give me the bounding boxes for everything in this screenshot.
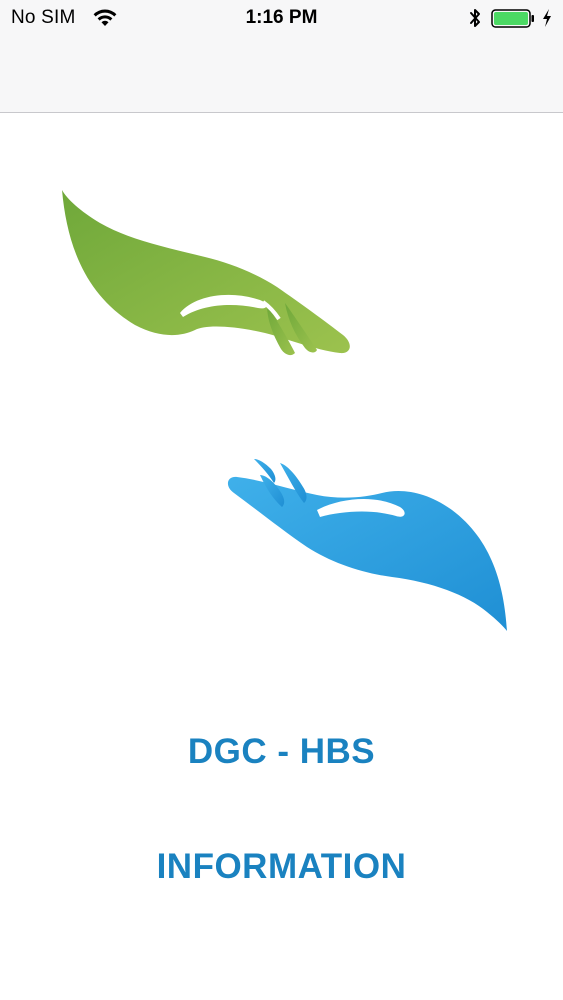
- app-screen: No SIM 1:16 PM DGC - HBS INFORMATION: [0, 0, 563, 1000]
- app-title-line-2: INFORMATION: [156, 847, 407, 886]
- status-bar: No SIM 1:16 PM: [0, 0, 563, 38]
- charging-bolt-icon: [543, 9, 551, 27]
- navigation-bar: No SIM 1:16 PM: [0, 0, 563, 113]
- blue-hand-icon: [227, 459, 508, 631]
- battery-icon: [491, 9, 534, 28]
- bluetooth-icon: [470, 9, 480, 27]
- app-title-line-1: DGC - HBS: [187, 732, 376, 771]
- green-hand-icon: [62, 190, 350, 356]
